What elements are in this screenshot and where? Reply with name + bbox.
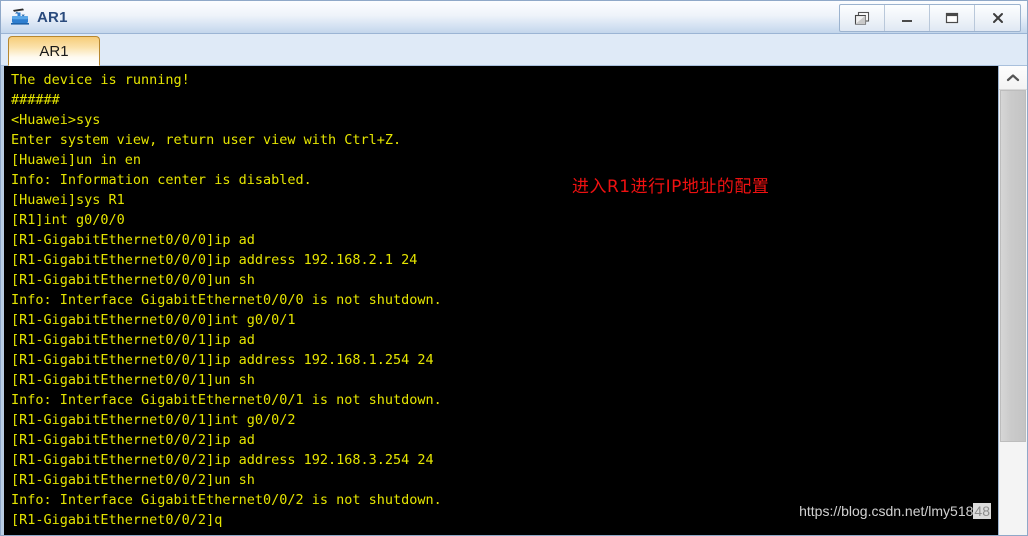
maximize-button[interactable] (930, 5, 975, 31)
restore-button[interactable] (840, 5, 885, 31)
ar1-window: AR1 AR1 The device is running! ###### <H… (0, 0, 1028, 536)
tab-label: AR1 (39, 42, 69, 60)
terminal-line: [R1-GigabitEthernet0/0/1]ip ad (11, 332, 255, 348)
scroll-up-button[interactable] (999, 66, 1027, 90)
terminal-line: [Huawei]un in en (11, 152, 142, 168)
terminal-line: [R1-GigabitEthernet0/0/1]ip address 192.… (11, 352, 434, 368)
terminal-line: ###### (11, 92, 60, 108)
watermark-text: https://blog.csdn.net/lmy518 (799, 503, 974, 519)
scrollbar-thumb[interactable] (1000, 90, 1026, 442)
terminal-line: [R1-GigabitEthernet0/0/0]int g0/0/1 (11, 312, 296, 328)
terminal-line: [R1-GigabitEthernet0/0/1]int g0/0/2 (11, 412, 296, 428)
terminal-line: [R1-GigabitEthernet0/0/1]un sh (11, 372, 255, 388)
terminal-line: Info: Interface GigabitEthernet0/0/1 is … (11, 392, 442, 408)
terminal-line: [R1-GigabitEthernet0/0/2]ip address 192.… (11, 452, 434, 468)
terminal-line: Enter system view, return user view with… (11, 132, 402, 148)
chevron-up-icon (1006, 73, 1020, 81)
minimize-icon (902, 20, 912, 22)
terminal-line: [R1-GigabitEthernet0/0/0]ip address 192.… (11, 252, 418, 268)
close-button[interactable] (975, 5, 1020, 31)
terminal-line: <Huawei>sys (11, 112, 101, 128)
cascade-icon (854, 11, 869, 25)
title-bar-left: AR1 (1, 7, 68, 27)
terminal-line: Info: Information center is disabled. (11, 172, 312, 188)
terminal-line: The device is running! (11, 72, 190, 88)
router-icon (9, 7, 31, 27)
title-bar: AR1 (1, 1, 1027, 34)
close-icon (992, 13, 1003, 23)
terminal-scrollbar[interactable] (998, 66, 1027, 535)
terminal-line: [R1]int g0/0/0 (11, 212, 125, 228)
scrollbar-track[interactable] (999, 90, 1027, 535)
window-title: AR1 (37, 8, 68, 26)
terminal-line: [R1-GigabitEthernet0/0/0]un sh (11, 272, 255, 288)
tab-strip: AR1 (1, 34, 1027, 66)
watermark: https://blog.csdn.net/lmy51848 (799, 503, 991, 519)
terminal-line: Info: Interface GigabitEthernet0/0/0 is … (11, 292, 442, 308)
window-controls (839, 4, 1021, 32)
minimize-button[interactable] (885, 5, 930, 31)
terminal-output[interactable]: The device is running! ###### <Huawei>sys E… (4, 66, 998, 535)
annotation-text: 进入R1进行IP地址的配置 (572, 177, 770, 197)
tab-ar1[interactable]: AR1 (8, 36, 100, 66)
terminal-line: [R1-GigabitEthernet0/0/2]ip ad (11, 432, 255, 448)
terminal-line: [R1-GigabitEthernet0/0/2]un sh (11, 472, 255, 488)
terminal-line: [Huawei]sys R1 (11, 192, 125, 208)
terminal-frame: The device is running! ###### <Huawei>sys E… (1, 66, 1027, 535)
terminal-line: [R1-GigabitEthernet0/0/0]ip ad (11, 232, 255, 248)
maximize-icon (945, 12, 959, 24)
watermark-suffix: 48 (973, 503, 991, 519)
